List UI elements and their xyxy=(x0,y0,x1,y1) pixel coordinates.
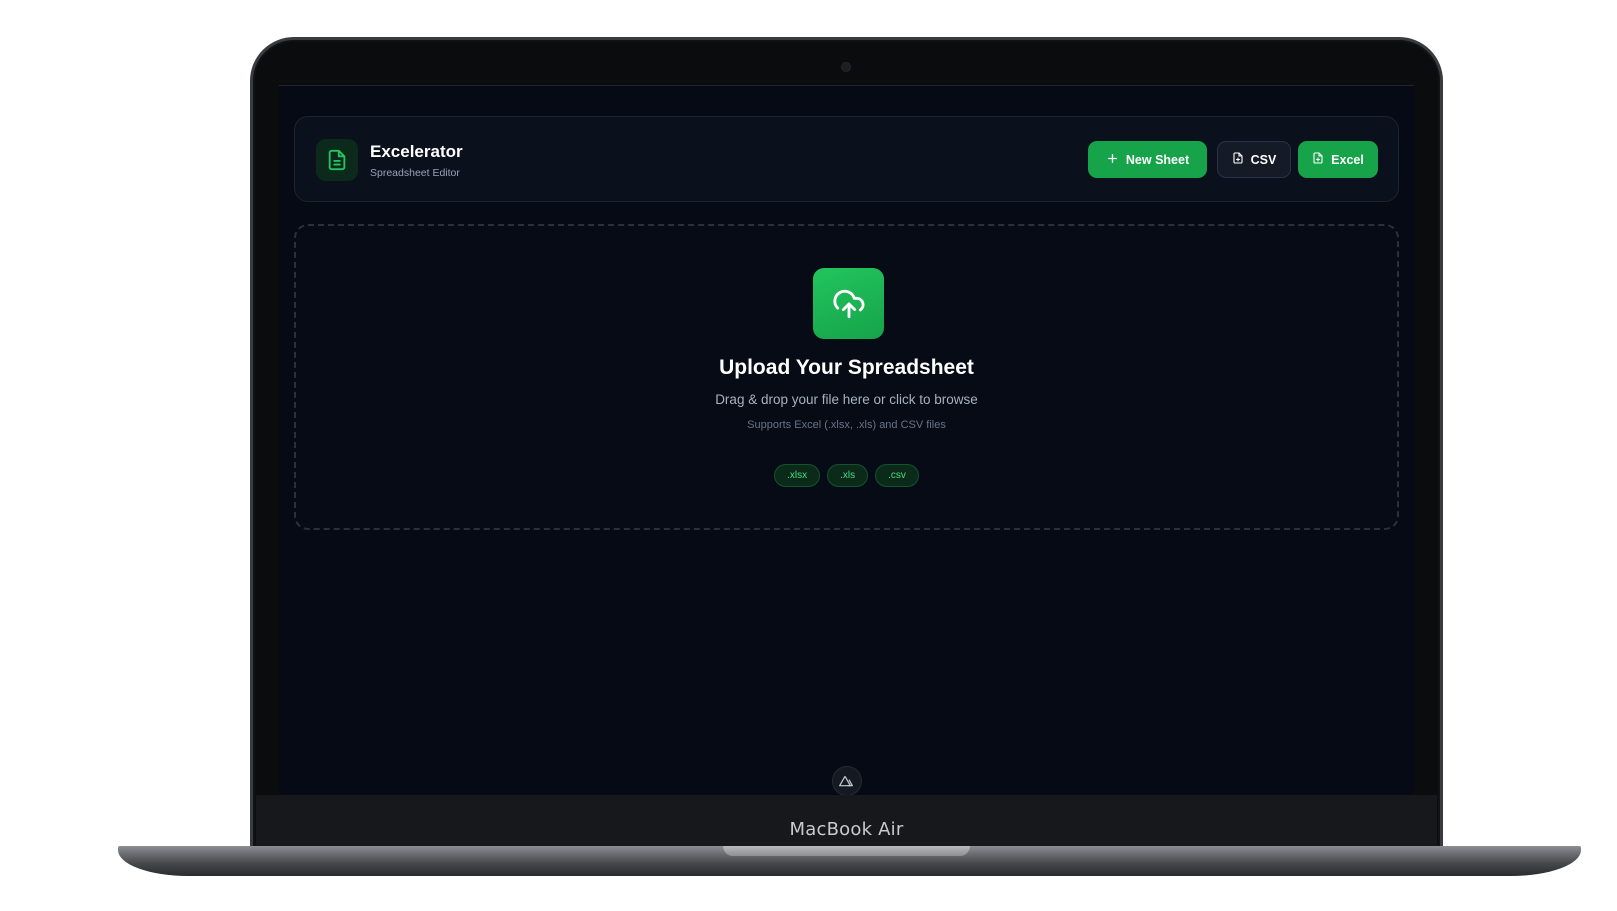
cloud-upload-icon xyxy=(813,268,884,339)
laptop-notch xyxy=(723,846,970,856)
nuxt-devtools-icon[interactable] xyxy=(832,766,862,795)
format-chip-xlsx: .xlsx xyxy=(774,464,821,487)
plus-icon xyxy=(1106,152,1119,168)
dropzone-subtitle: Drag & drop your file here or click to b… xyxy=(715,392,978,407)
file-text-icon xyxy=(316,139,358,181)
excel-label: Excel xyxy=(1331,152,1364,167)
file-icon xyxy=(1312,152,1324,167)
camera-icon xyxy=(842,63,850,71)
model-label: MacBook Air xyxy=(789,819,904,840)
dropzone-title: Upload Your Spreadsheet xyxy=(719,356,974,379)
app-title: Excelerator xyxy=(370,142,463,161)
format-chips: .xlsx .xls .csv xyxy=(296,464,1397,487)
app-header: Excelerator Spreadsheet Editor New Sheet… xyxy=(294,116,1399,202)
csv-label: CSV xyxy=(1250,152,1277,167)
new-sheet-label: New Sheet xyxy=(1125,152,1190,167)
csv-export-button[interactable]: CSV xyxy=(1217,141,1291,178)
format-chip-xls: .xls xyxy=(827,464,869,487)
screen: Excelerator Spreadsheet Editor New Sheet… xyxy=(279,85,1414,795)
file-icon xyxy=(1232,152,1244,167)
app-subtitle: Spreadsheet Editor xyxy=(370,167,460,179)
upload-dropzone[interactable]: Upload Your Spreadsheet Drag & drop your… xyxy=(294,224,1399,530)
dropzone-hint: Supports Excel (.xlsx, .xls) and CSV fil… xyxy=(747,419,946,431)
new-sheet-button[interactable]: New Sheet xyxy=(1088,141,1207,178)
excel-export-button[interactable]: Excel xyxy=(1298,141,1378,178)
format-chip-csv: .csv xyxy=(875,464,919,487)
